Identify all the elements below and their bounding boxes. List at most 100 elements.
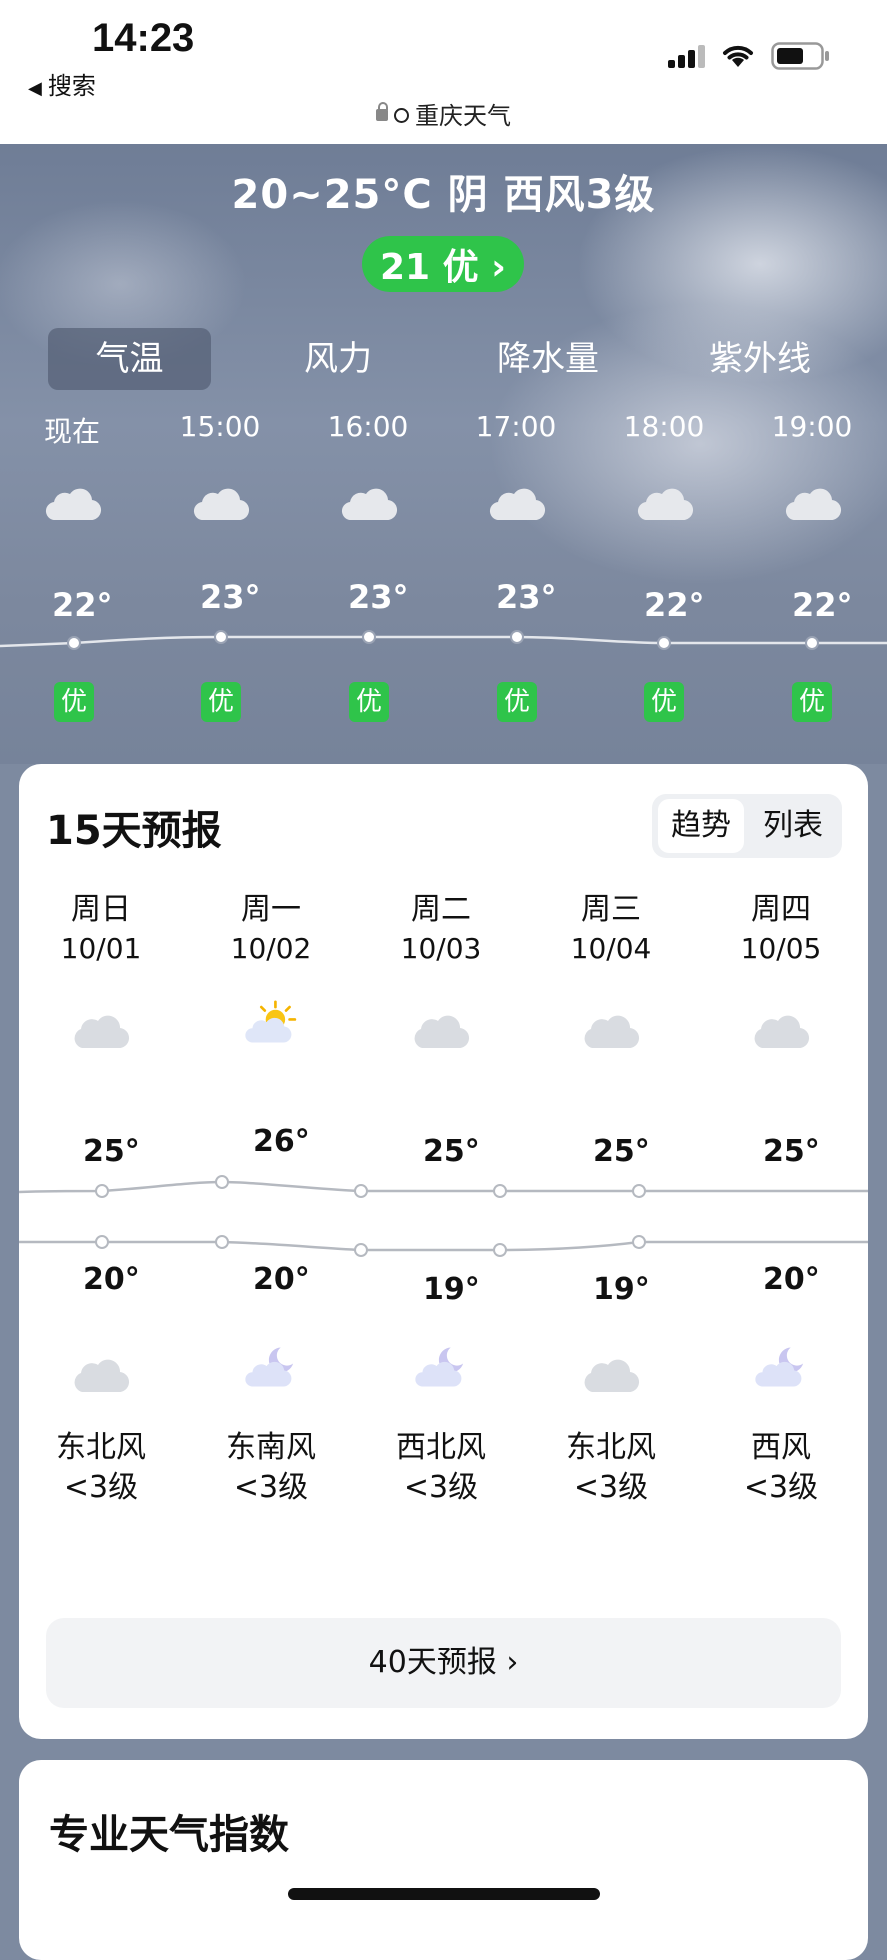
sun-cloud-icon [245, 1000, 297, 1043]
hourly-time: 15:00 [179, 410, 261, 443]
url-text: 重庆天气 [415, 102, 511, 130]
day-wind: 西北风 <3级 [366, 1428, 516, 1508]
curve-point [215, 1175, 229, 1189]
hourly-aqi-badge: 优 [644, 682, 684, 722]
day-weekday: 周二 [411, 892, 471, 927]
day-weekday: 周三 [581, 892, 641, 927]
day-weekday: 周四 [751, 892, 811, 927]
forecast-40-day-button[interactable]: 40天预报 › [46, 1618, 841, 1708]
battery-icon [771, 42, 829, 70]
day-low-temp: 19° [593, 1272, 650, 1307]
day-date: 10/01 [60, 932, 142, 965]
weather-indices-card: 专业天气指数 [19, 1760, 868, 1960]
wind-direction: 东北风 [566, 1430, 656, 1465]
hourly-aqi-badge: 优 [54, 682, 94, 722]
wifi-icon [723, 45, 753, 67]
hourly-temp: 23° [496, 578, 557, 616]
wind-direction: 西北风 [396, 1430, 486, 1465]
day-wind: 西风 <3级 [706, 1428, 856, 1508]
search-icon [394, 107, 409, 123]
view-toggle: 趋势 列表 [652, 794, 842, 858]
day-wind: 东北风 <3级 [26, 1428, 176, 1508]
tab-uv[interactable]: 紫外线 [690, 328, 830, 390]
hourly-metric-tabs: 气温 风力 降水量 紫外线 [0, 328, 887, 390]
toggle-list[interactable]: 列表 [750, 799, 836, 853]
cloudy-icon [584, 1015, 640, 1049]
hourly-time: 19:00 [771, 410, 853, 443]
day-high-temp: 26° [253, 1124, 310, 1159]
current-weather-summary: 20~25°C 阴 西风3级 [231, 172, 656, 218]
cloudy-icon [74, 1015, 130, 1049]
day-high-temp: 25° [423, 1134, 480, 1169]
hourly-time: 18:00 [623, 410, 705, 443]
cloudy-icon [74, 1359, 130, 1393]
hourly-time: 现在 [43, 415, 100, 448]
cellular-signal-icon [668, 44, 705, 68]
day-low-temp: 20° [253, 1262, 310, 1297]
curve-point [354, 1243, 368, 1257]
hourly-aqi-badge: 优 [497, 682, 537, 722]
day-low-temp: 20° [83, 1262, 140, 1297]
hourly-time: 17:00 [475, 410, 557, 443]
day-high-temp: 25° [763, 1134, 820, 1169]
tab-precipitation[interactable]: 降水量 [478, 328, 618, 390]
wind-level: <3级 [403, 1470, 479, 1505]
hourly-temp: 23° [348, 578, 409, 616]
day-low-temp: 19° [423, 1272, 480, 1307]
lock-icon [376, 102, 388, 121]
hourly-aqi-badge: 优 [349, 682, 389, 722]
day-low-temp: 20° [763, 1262, 820, 1297]
day-wind: 东南风 <3级 [196, 1428, 346, 1508]
home-indicator[interactable] [288, 1888, 600, 1900]
day-date: 10/04 [570, 932, 652, 965]
cloudy-icon [193, 488, 250, 521]
cloudy-icon [45, 488, 102, 521]
status-bar: 14:23 ◀ 搜索 重庆天气 [0, 0, 887, 144]
curve-point [493, 1184, 507, 1198]
day-high-temp: 25° [83, 1134, 140, 1169]
cloudy-icon [414, 1015, 470, 1049]
curve-point [632, 1184, 646, 1198]
wind-level: <3级 [63, 1470, 139, 1505]
wind-direction: 东北风 [56, 1430, 146, 1465]
day-wind: 东北风 <3级 [536, 1428, 686, 1508]
moon-cloud-icon [415, 1347, 464, 1387]
hourly-temp: 22° [792, 586, 853, 624]
hourly-aqi-badge: 优 [792, 682, 832, 722]
cloudy-icon [637, 488, 694, 521]
hourly-temp: 22° [52, 586, 113, 624]
curve-point [493, 1243, 507, 1257]
cloudy-icon [754, 1015, 810, 1049]
cloudy-icon [785, 488, 842, 521]
url-bar[interactable]: 重庆天气 [0, 96, 887, 131]
wind-level: <3级 [233, 1470, 309, 1505]
tab-wind[interactable]: 风力 [278, 328, 398, 390]
curve-point [95, 1184, 109, 1198]
indices-title: 专业天气指数 [49, 1812, 289, 1858]
day-date: 10/05 [740, 932, 822, 965]
clock: 14:23 [92, 16, 195, 60]
day-weekday: 周日 [71, 892, 131, 927]
hourly-temp: 23° [200, 578, 261, 616]
curve-point [215, 1235, 229, 1249]
wind-level: <3级 [743, 1470, 819, 1505]
cloudy-icon [341, 488, 398, 521]
forecast-title: 15天预报 [46, 808, 222, 854]
day-high-temp: 25° [593, 1134, 650, 1169]
hourly-aqi-badge: 优 [201, 682, 241, 722]
day-date: 10/02 [230, 932, 312, 965]
hourly-temp: 22° [644, 586, 705, 624]
wind-level: <3级 [573, 1470, 649, 1505]
toggle-trend[interactable]: 趋势 [658, 799, 744, 853]
moon-cloud-icon [755, 1347, 804, 1387]
cloudy-icon [489, 488, 546, 521]
hourly-time: 16:00 [327, 410, 409, 443]
aqi-button[interactable]: 21 优 › [362, 236, 524, 292]
tab-temperature[interactable]: 气温 [48, 328, 211, 390]
cloudy-icon [584, 1359, 640, 1393]
curve-point [632, 1235, 646, 1249]
wind-direction: 西风 [751, 1430, 811, 1465]
moon-cloud-icon [245, 1347, 294, 1387]
day-weekday: 周一 [241, 892, 301, 927]
curve-point [95, 1235, 109, 1249]
